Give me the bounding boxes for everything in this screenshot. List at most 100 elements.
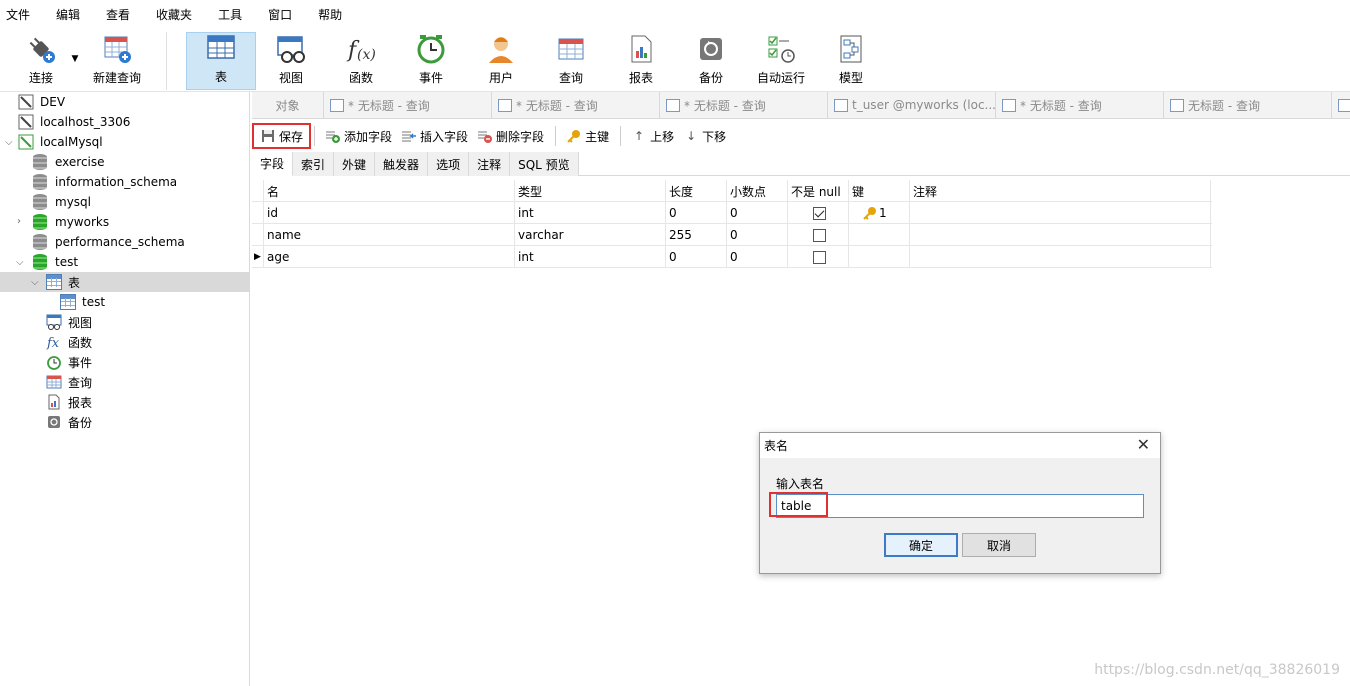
add-field-button[interactable]: 添加字段 — [321, 123, 397, 149]
cell-key[interactable] — [849, 224, 910, 246]
cell-not-null[interactable] — [788, 224, 849, 246]
cell-name[interactable]: age — [264, 246, 515, 268]
table-row[interactable]: name varchar 255 0 — [252, 224, 1212, 246]
menu-edit[interactable]: 编辑 — [50, 6, 92, 23]
cell-length[interactable]: 255 — [666, 224, 727, 246]
chevron-right-icon[interactable]: › — [17, 216, 21, 227]
tree-folder-backups[interactable]: 备份 — [46, 412, 92, 432]
tab-fields[interactable]: 字段 — [252, 152, 294, 176]
cell-name[interactable]: name — [264, 224, 515, 246]
tab-indexes[interactable]: 索引 — [293, 152, 335, 176]
tab-options[interactable]: 选项 — [428, 152, 470, 176]
function-button[interactable]: f (x) 函数 — [326, 32, 396, 90]
cell-decimals[interactable]: 0 — [727, 246, 788, 268]
cell-comment[interactable] — [910, 224, 1211, 246]
header-length[interactable]: 长度 — [666, 180, 727, 202]
cell-key[interactable] — [849, 246, 910, 268]
chevron-down-icon[interactable]: ⌵ — [5, 137, 13, 148]
menu-help[interactable]: 帮助 — [312, 6, 354, 23]
header-name[interactable]: 名 — [264, 180, 515, 202]
tree-folder-functions[interactable]: fx 函数 — [46, 332, 92, 352]
tree-db-myworks[interactable]: myworks — [33, 212, 109, 232]
tab-query-5[interactable]: * 无标题 - 查询 — [996, 92, 1164, 118]
autorun-button[interactable]: 自动运行 — [746, 32, 816, 90]
header-comment[interactable]: 注释 — [910, 180, 1211, 202]
header-type[interactable]: 类型 — [515, 180, 666, 202]
cancel-button[interactable]: 取消 — [962, 533, 1036, 557]
menu-tools[interactable]: 工具 — [212, 6, 254, 23]
delete-field-button[interactable]: 删除字段 — [473, 123, 549, 149]
cell-length[interactable]: 0 — [666, 202, 727, 224]
user-button[interactable]: 用户 — [466, 32, 536, 90]
menu-view[interactable]: 查看 — [100, 6, 142, 23]
move-down-button[interactable]: ↓ 下移 — [679, 123, 731, 149]
tree-folder-events[interactable]: 事件 — [46, 352, 92, 372]
query-button[interactable]: 查询 — [536, 32, 606, 90]
cell-type[interactable]: varchar — [515, 224, 666, 246]
table-row[interactable]: ▶ age int 0 0 — [252, 246, 1212, 268]
cell-not-null[interactable] — [788, 246, 849, 268]
report-button[interactable]: 报表 — [606, 32, 676, 90]
cell-key[interactable]: 1 — [849, 202, 910, 224]
tab-comments[interactable]: 注释 — [469, 152, 511, 176]
tab-query-1[interactable]: * 无标题 - 查询 — [324, 92, 492, 118]
connect-button[interactable]: 连接 — [14, 32, 68, 90]
tree-db-information-schema[interactable]: information_schema — [33, 172, 177, 192]
tab-query-2[interactable]: * 无标题 - 查询 — [492, 92, 660, 118]
tab-design-active[interactable] — [1332, 92, 1350, 118]
cell-name[interactable]: id — [264, 202, 515, 224]
tree-conn-localhost[interactable]: localhost_3306 — [18, 112, 130, 132]
chevron-down-icon[interactable]: ⌵ — [16, 257, 24, 268]
cell-not-null[interactable] — [788, 202, 849, 224]
tab-foreign-keys[interactable]: 外键 — [334, 152, 376, 176]
insert-field-button[interactable]: 插入字段 — [397, 123, 473, 149]
tree-db-exercise[interactable]: exercise — [33, 152, 105, 172]
not-null-checkbox[interactable] — [813, 250, 826, 264]
tree-folder-views[interactable]: 视图 — [46, 312, 92, 332]
tree-folder-queries[interactable]: 查询 — [46, 372, 92, 392]
cell-length[interactable]: 0 — [666, 246, 727, 268]
not-null-checkbox[interactable] — [813, 206, 826, 220]
move-up-button[interactable]: ↑ 上移 — [627, 123, 679, 149]
tab-query-3[interactable]: * 无标题 - 查询 — [660, 92, 828, 118]
tab-query-6[interactable]: 无标题 - 查询 — [1164, 92, 1332, 118]
tree-db-mysql[interactable]: mysql — [33, 192, 91, 212]
chevron-down-icon[interactable]: ⌵ — [31, 277, 39, 288]
tab-sql-preview[interactable]: SQL 预览 — [510, 152, 579, 176]
ok-button[interactable]: 确定 — [884, 533, 958, 557]
model-button[interactable]: 模型 — [816, 32, 886, 90]
close-icon[interactable]: ✕ — [1137, 436, 1150, 454]
save-button[interactable]: 保存 — [256, 123, 308, 149]
tree-folder-tables[interactable]: 表 — [46, 272, 80, 292]
tree-folder-reports[interactable]: 报表 — [46, 392, 92, 412]
menu-file[interactable]: 文件 — [0, 6, 42, 23]
menu-window[interactable]: 窗口 — [262, 6, 304, 23]
cell-type[interactable]: int — [515, 202, 666, 224]
tab-t-user[interactable]: t_user @myworks (loc... — [828, 92, 996, 118]
menu-favorites[interactable]: 收藏夹 — [150, 6, 204, 23]
tree-conn-localmysql[interactable]: localMysql — [18, 132, 103, 152]
cell-type[interactable]: int — [515, 246, 666, 268]
tree-table-test[interactable]: test — [60, 292, 105, 312]
table-row[interactable]: id int 0 0 1 — [252, 202, 1212, 224]
header-not-null[interactable]: 不是 null — [788, 180, 849, 202]
cell-decimals[interactable]: 0 — [727, 202, 788, 224]
new-query-button[interactable]: 新建查询 — [88, 32, 146, 90]
not-null-checkbox[interactable] — [813, 228, 826, 242]
connect-dropdown[interactable]: ▼ — [68, 32, 82, 90]
tree-db-test[interactable]: test — [33, 252, 78, 272]
tree-conn-dev[interactable]: DEV — [18, 92, 65, 112]
backup-button[interactable]: 备份 — [676, 32, 746, 90]
cell-comment[interactable] — [910, 202, 1211, 224]
cell-comment[interactable] — [910, 246, 1211, 268]
table-button[interactable]: 表 — [186, 32, 256, 90]
tab-triggers[interactable]: 触发器 — [375, 152, 429, 176]
header-decimals[interactable]: 小数点 — [727, 180, 788, 202]
primary-key-button[interactable]: 主键 — [562, 123, 614, 149]
cell-decimals[interactable]: 0 — [727, 224, 788, 246]
tree-db-performance-schema[interactable]: performance_schema — [33, 232, 185, 252]
table-name-input[interactable] — [776, 494, 1144, 518]
header-key[interactable]: 键 — [849, 180, 910, 202]
view-button[interactable]: 视图 — [256, 32, 326, 90]
tab-objects[interactable]: 对象 — [252, 92, 324, 118]
